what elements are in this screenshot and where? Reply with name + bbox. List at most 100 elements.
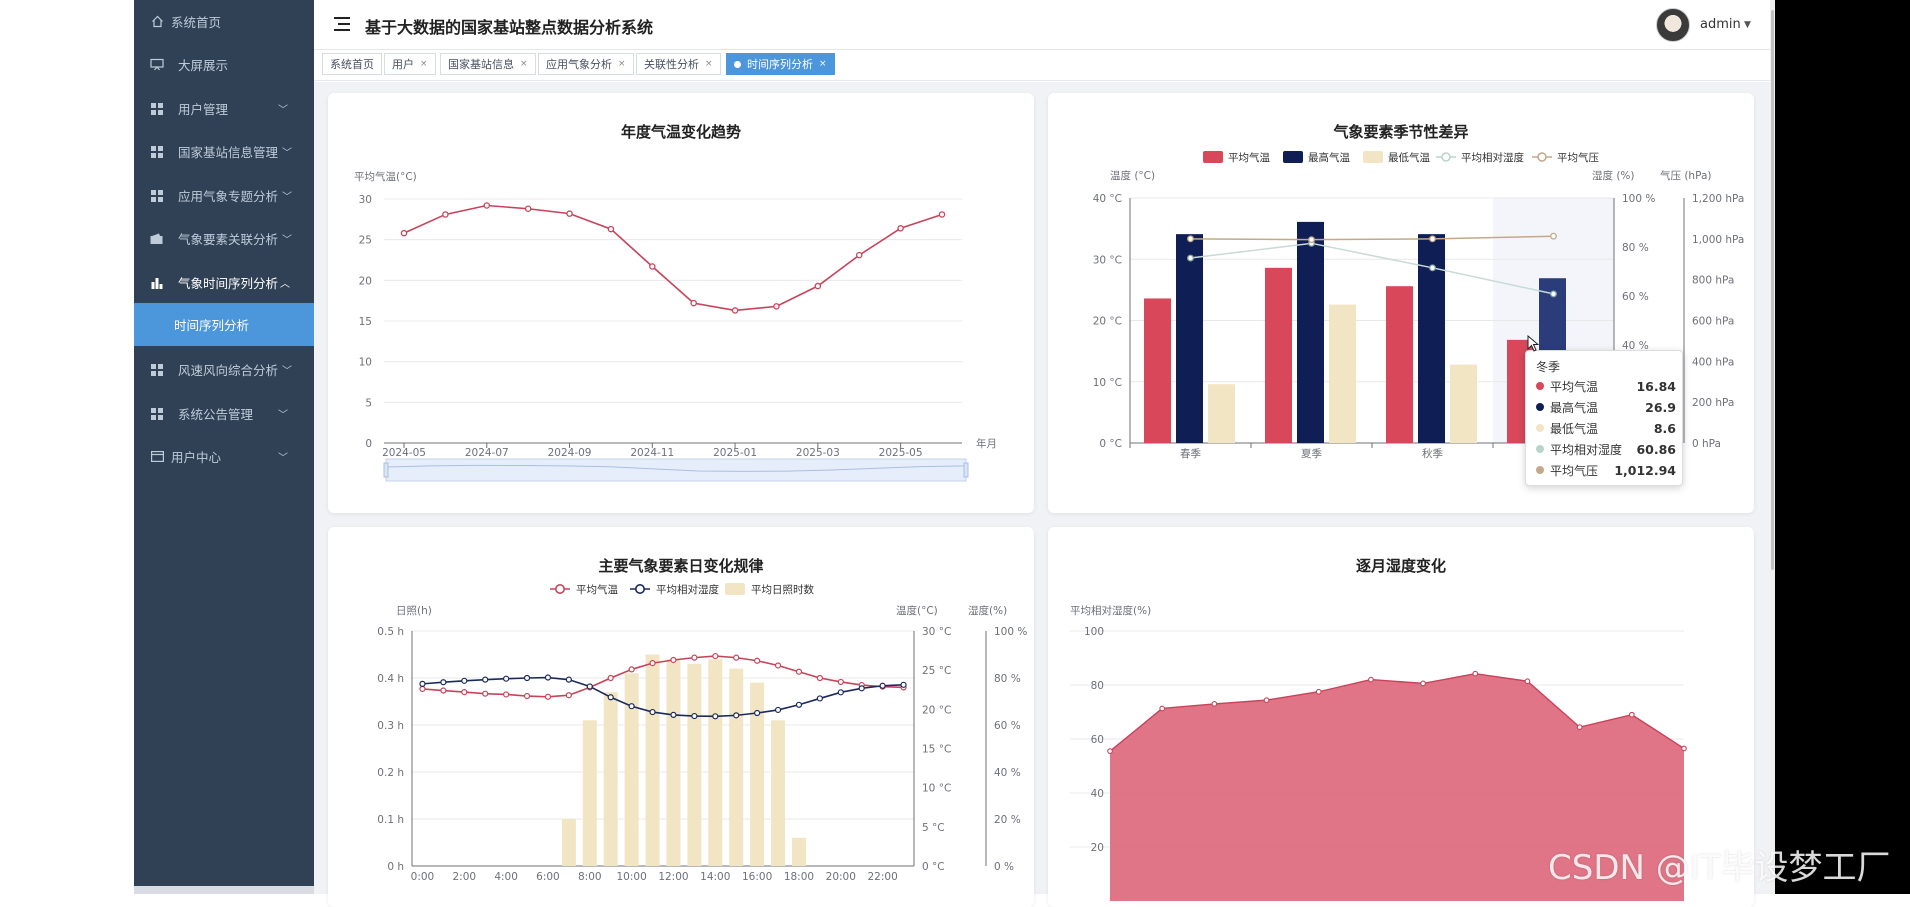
data-point [1550, 290, 1557, 298]
sidebar-item-notices[interactable]: 系统公告管理 ﹀ [134, 392, 314, 435]
legend-swatch [1441, 152, 1451, 162]
data-point [1187, 235, 1194, 243]
close-icon[interactable]: × [420, 59, 428, 69]
caret-down-icon[interactable]: ▼ [1744, 20, 1751, 30]
user-name[interactable]: admin [1700, 17, 1741, 32]
data-point [565, 676, 572, 683]
data-point [607, 694, 614, 701]
close-icon[interactable]: × [819, 59, 827, 69]
y-tick-label: 40 °C [1093, 193, 1122, 205]
sidebar-item-label: 国家基站信息管理 [178, 145, 279, 160]
y-tick-label: 80 % [994, 673, 1021, 685]
tag-label: 系统首页 [330, 58, 374, 71]
tooltip-row: 平均气温 16.84 [1536, 377, 1676, 395]
sidebar-subitem-time-series[interactable]: 时间序列分析 [134, 303, 314, 346]
bar [624, 673, 639, 866]
tag-users[interactable]: 用户 × [384, 53, 436, 75]
legend-dot [1536, 445, 1544, 453]
avatar[interactable] [1656, 8, 1690, 42]
y-tick-label: 25 [359, 235, 372, 247]
y-tick-label: 0.4 h [377, 673, 404, 685]
sidebar-item-time-series[interactable]: 气象时间序列分析 ︿ [134, 261, 314, 304]
data-point [795, 668, 803, 675]
y-tick-label: 0 °C [922, 861, 945, 873]
close-icon[interactable]: × [705, 59, 713, 69]
close-icon[interactable]: × [520, 59, 528, 69]
y-tick-label: 40 [1091, 788, 1104, 800]
sidebar-item-label: 风速风向综合分析 [178, 363, 279, 378]
annual-temperature-chart[interactable]: 0 5 10 15 20 25 30 平均气温(°C) 年月 2024-05 2024-07 2024… [328, 93, 1034, 513]
data-point [712, 713, 719, 720]
x-tick-label: 14:00 [700, 871, 730, 883]
y-axis-label: 平均气温(°C) [354, 170, 417, 183]
tooltip-row-value: 8.6 [1653, 420, 1676, 436]
x-tick-label: 2024-07 [465, 447, 509, 459]
tag-label: 应用气象分析 [546, 58, 612, 71]
sidebar-item-wind[interactable]: 风速风向综合分析 ﹀ [134, 348, 314, 391]
data-point [1420, 680, 1426, 687]
y-tick-label: 0.5 h [377, 626, 404, 638]
data-point [754, 709, 761, 717]
sidebar-item-users[interactable]: 用户管理 ﹀ [134, 87, 314, 130]
data-point [1159, 705, 1166, 712]
data-point [814, 282, 822, 290]
sidebar-scrollbar[interactable] [134, 886, 314, 894]
tag-applied[interactable]: 应用气象分析 × [538, 53, 634, 75]
data-point [419, 680, 426, 687]
x-tick-label: 2024-09 [548, 447, 592, 459]
data-point [691, 654, 698, 661]
data-point [607, 674, 614, 682]
zoom-handle-right [963, 462, 969, 478]
data-point [900, 681, 907, 688]
monitor-icon [150, 58, 164, 72]
data-point [1628, 711, 1635, 718]
menu-toggle-icon[interactable] [334, 17, 350, 31]
tag-label: 时间序列分析 [747, 58, 813, 71]
chevron-down-icon: ﹀ [282, 366, 292, 377]
daily-variation-chart[interactable]: 0 h 0.1 h 0.2 h 0.3 h 0.4 h 0.5 h 0 °C 5 °C 10 °… [328, 527, 1034, 907]
app-root: 系统首页 大屏展示 用户管理 ﹀ 国家基站信息管理 ﹀ 应用气象专题分析 ﹀ 气… [0, 0, 1910, 907]
data-point [483, 202, 491, 209]
page-scrollbar-thumb[interactable] [1771, 10, 1774, 570]
bar [561, 819, 576, 866]
tags-view: 系统首页 用户 × 国家基站信息 × 应用气象分析 × 关联性分析 × 时间序列分析 × [314, 51, 1770, 81]
tag-time-series[interactable]: 时间序列分析 × [726, 53, 835, 75]
y-axis-label: 湿度 (%) [1592, 169, 1635, 182]
tag-label: 用户 [392, 58, 414, 71]
sidebar-item-user-center[interactable]: 用户中心 ﹀ [134, 435, 314, 478]
data-point [837, 689, 844, 696]
tag-stations[interactable]: 国家基站信息 × [440, 53, 536, 75]
sidebar-item-applied-weather[interactable]: 应用气象专题分析 ﹀ [134, 174, 314, 217]
watermark: CSDN @IT毕设梦工厂 [1548, 848, 1891, 888]
legend-dot [1536, 403, 1544, 411]
data-point [523, 692, 531, 700]
tag-correlation[interactable]: 关联性分析 × [636, 53, 721, 75]
sidebar-item-stations[interactable]: 国家基站信息管理 ﹀ [134, 130, 314, 173]
tooltip-row-value: 26.9 [1645, 399, 1676, 415]
close-icon[interactable]: × [618, 59, 626, 69]
legend-swatch [634, 583, 645, 594]
x-tick-label: 12:00 [658, 871, 688, 883]
data-point [566, 210, 573, 217]
sidebar-item-correlation[interactable]: 气象要素关联分析 ﹀ [134, 217, 314, 260]
sidebar-item-home[interactable]: 系统首页 [134, 0, 314, 43]
y-tick-label: 1,200 hPa [1692, 193, 1744, 205]
data-point [837, 678, 844, 686]
data-point [855, 251, 863, 259]
sidebar-item-bigscreen[interactable]: 大屏展示 [134, 43, 314, 86]
tooltip-row: 平均相对湿度 60.86 [1536, 440, 1676, 458]
data-point [565, 692, 572, 699]
home-icon [150, 15, 164, 29]
x-tick-label: 18:00 [784, 871, 814, 883]
x-tick-label: 2024-05 [382, 447, 426, 459]
tooltip-row-name: 平均气温 [1550, 379, 1599, 394]
data-point [628, 703, 635, 710]
data-point [544, 693, 552, 700]
y-tick-label: 100 [1084, 626, 1104, 638]
tag-home[interactable]: 系统首页 [322, 53, 382, 75]
mouse-cursor-icon [1527, 335, 1539, 352]
data-point [1187, 254, 1194, 262]
sidebar-item-label: 用户中心 [171, 450, 222, 465]
y-tick-label: 20 [1091, 842, 1104, 854]
data-point [440, 679, 447, 686]
